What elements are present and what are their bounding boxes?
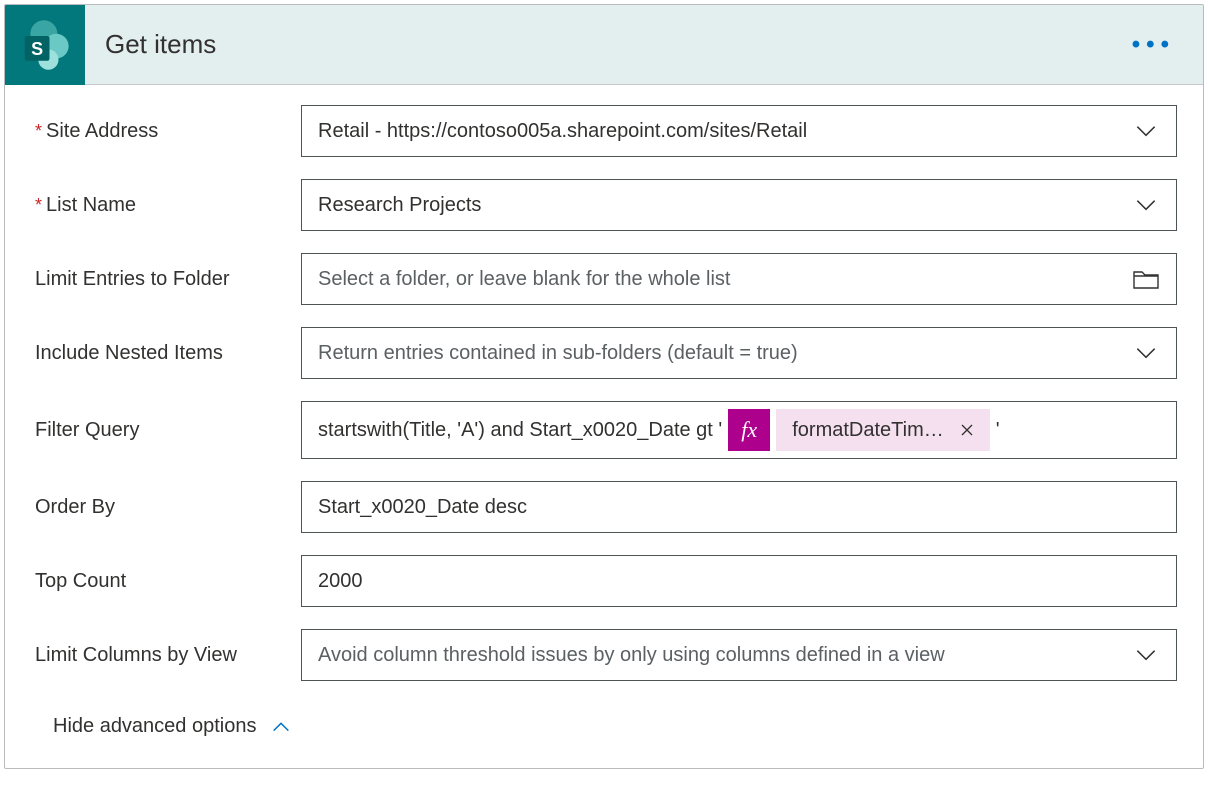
row-folder: Limit Entries to Folder Select a folder,…	[35, 253, 1177, 305]
chevron-down-icon	[1128, 192, 1164, 218]
nested-dropdown[interactable]: Return entries contained in sub-folders …	[301, 327, 1177, 379]
site-address-value: Retail - https://contoso005a.sharepoint.…	[318, 120, 1128, 143]
filter-query-input[interactable]: startswith(Title, 'A') and Start_x0020_D…	[301, 401, 1177, 459]
order-by-value: Start_x0020_Date desc	[318, 496, 1164, 519]
svg-text:S: S	[31, 39, 43, 59]
filter-pretext: startswith(Title, 'A') and Start_x0020_D…	[318, 419, 722, 442]
label-orderby: Order By	[35, 496, 301, 519]
folder-icon[interactable]	[1128, 268, 1164, 290]
toggle-label: Hide advanced options	[53, 715, 256, 738]
label-filter: Filter Query	[35, 419, 301, 442]
label-text: Top Count	[35, 570, 126, 593]
label-text: Include Nested Items	[35, 342, 223, 365]
sharepoint-logo: S	[5, 5, 85, 85]
nested-placeholder: Return entries contained in sub-folders …	[318, 342, 1128, 365]
order-by-input[interactable]: Start_x0020_Date desc	[301, 481, 1177, 533]
card-header: S Get items •••	[5, 5, 1203, 85]
site-address-dropdown[interactable]: Retail - https://contoso005a.sharepoint.…	[301, 105, 1177, 157]
top-count-value: 2000	[318, 570, 1164, 593]
label-site-address: * Site Address	[35, 120, 301, 143]
chevron-down-icon	[1128, 340, 1164, 366]
row-filter: Filter Query startswith(Title, 'A') and …	[35, 401, 1177, 459]
label-nested: Include Nested Items	[35, 342, 301, 365]
label-topcount: Top Count	[35, 570, 301, 593]
expression-token-label: formatDateTim…	[792, 419, 944, 442]
row-topcount: Top Count 2000	[35, 555, 1177, 607]
folder-placeholder: Select a folder, or leave blank for the …	[318, 268, 1128, 291]
row-list-name: * List Name Research Projects	[35, 179, 1177, 231]
required-marker: *	[35, 195, 42, 216]
list-name-value: Research Projects	[318, 194, 1128, 217]
label-text: List Name	[46, 194, 136, 217]
filter-posttext: '	[996, 419, 1000, 442]
label-text: Order By	[35, 496, 115, 519]
chevron-down-icon	[1128, 642, 1164, 668]
sharepoint-icon: S	[18, 18, 72, 72]
label-text: Limit Entries to Folder	[35, 268, 230, 291]
limit-columns-placeholder: Avoid column threshold issues by only us…	[318, 644, 1128, 667]
required-marker: *	[35, 121, 42, 142]
fx-badge-icon: fx	[728, 409, 770, 451]
label-text: Site Address	[46, 120, 158, 143]
chevron-down-icon	[1128, 118, 1164, 144]
advanced-options-toggle[interactable]: Hide advanced options	[35, 715, 1177, 738]
label-text: Limit Columns by View	[35, 644, 237, 667]
row-site-address: * Site Address Retail - https://contoso0…	[35, 105, 1177, 157]
row-limitcols: Limit Columns by View Avoid column thres…	[35, 629, 1177, 681]
expression-token[interactable]: formatDateTim…	[776, 409, 990, 451]
label-list-name: * List Name	[35, 194, 301, 217]
list-name-dropdown[interactable]: Research Projects	[301, 179, 1177, 231]
token-remove-button[interactable]	[954, 417, 980, 443]
label-limitcols: Limit Columns by View	[35, 644, 301, 667]
row-nested: Include Nested Items Return entries cont…	[35, 327, 1177, 379]
row-orderby: Order By Start_x0020_Date desc	[35, 481, 1177, 533]
card-body: * Site Address Retail - https://contoso0…	[5, 85, 1203, 768]
folder-picker[interactable]: Select a folder, or leave blank for the …	[301, 253, 1177, 305]
chevron-up-icon	[270, 716, 292, 738]
limit-columns-dropdown[interactable]: Avoid column threshold issues by only us…	[301, 629, 1177, 681]
card-title[interactable]: Get items	[85, 29, 1104, 60]
label-text: Filter Query	[35, 419, 139, 442]
action-card: S Get items ••• * Site Address Retail - …	[4, 4, 1204, 769]
more-options-button[interactable]: •••	[1104, 31, 1203, 59]
top-count-input[interactable]: 2000	[301, 555, 1177, 607]
label-folder: Limit Entries to Folder	[35, 268, 301, 291]
